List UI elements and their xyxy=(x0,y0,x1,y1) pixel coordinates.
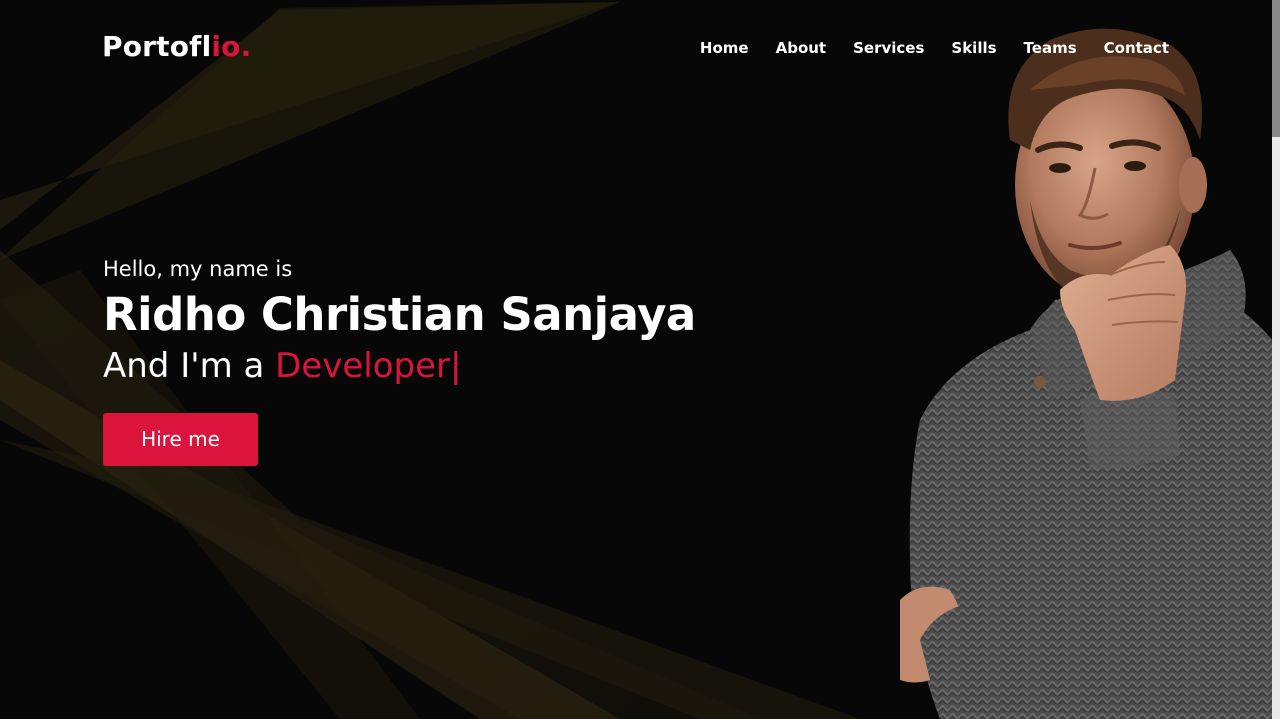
hire-me-button[interactable]: Hire me xyxy=(103,413,258,466)
nav-link-about[interactable]: About xyxy=(776,38,827,58)
hero-role-line: And I'm a Developer| xyxy=(103,344,696,388)
hero-intro: Hello, my name is Ridho Christian Sanjay… xyxy=(103,254,696,388)
scrollbar-thumb[interactable] xyxy=(1272,0,1280,137)
site-logo[interactable]: Portoflio. xyxy=(102,29,251,65)
logo-accent-text: io. xyxy=(211,30,252,63)
nav-link-services[interactable]: Services xyxy=(853,38,924,58)
logo-main-text: Portofl xyxy=(102,30,212,63)
role-prefix: And I'm a xyxy=(103,346,265,386)
hero-name: Ridho Christian Sanjaya xyxy=(103,288,696,341)
role-typed-text: Developer xyxy=(275,346,451,386)
portfolio-page: Portoflio. Home About Services Skills Te… xyxy=(0,0,1280,719)
nav-link-teams[interactable]: Teams xyxy=(1024,38,1077,58)
main-nav: Home About Services Skills Teams Contact xyxy=(700,38,1169,58)
hero-greeting: Hello, my name is xyxy=(103,257,293,281)
nav-link-contact[interactable]: Contact xyxy=(1104,38,1169,58)
nav-link-home[interactable]: Home xyxy=(700,38,749,58)
nav-link-skills[interactable]: Skills xyxy=(951,38,996,58)
typing-cursor: | xyxy=(450,346,462,386)
portrait-photo xyxy=(900,28,1272,719)
